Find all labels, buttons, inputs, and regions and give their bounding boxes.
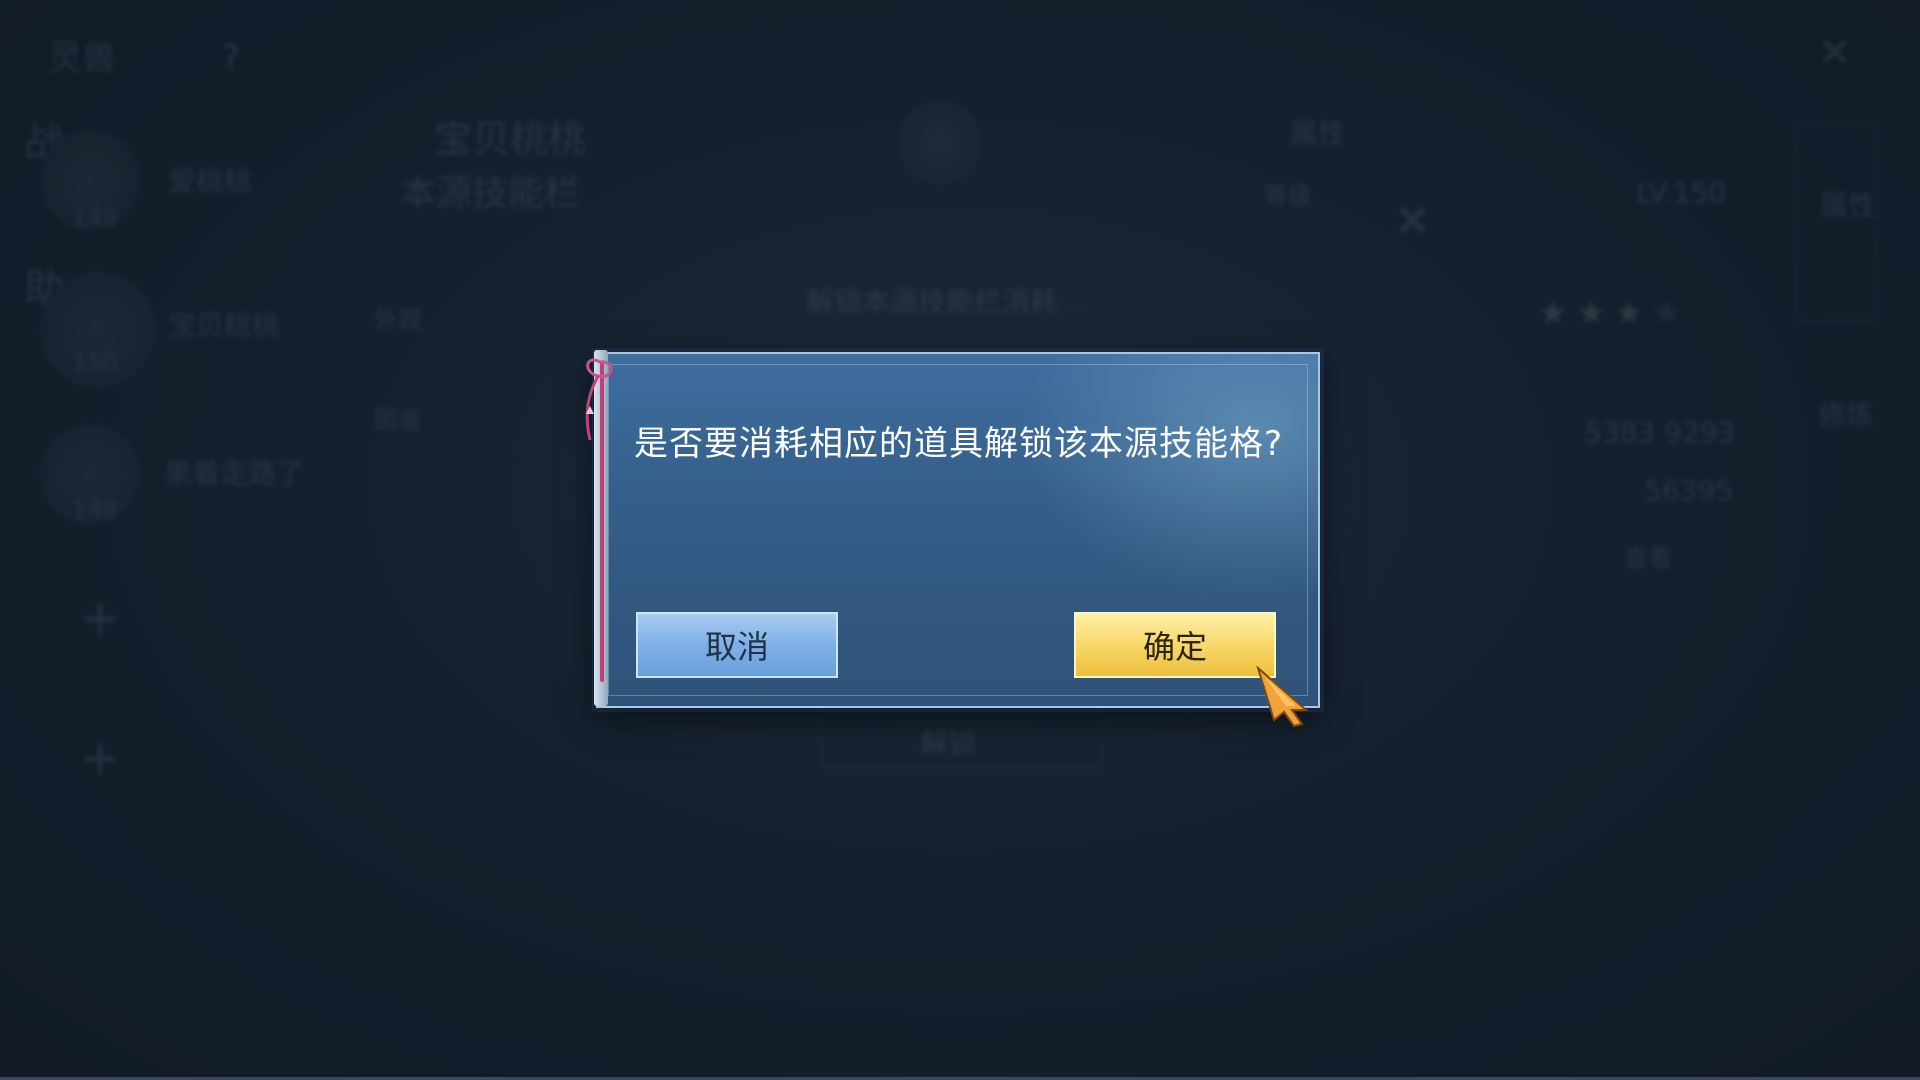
dialog-message: 是否要消耗相应的道具解锁该本源技能格?	[634, 424, 1284, 464]
confirm-button[interactable]: 确定	[1074, 612, 1276, 678]
ribbon-bow-icon	[585, 358, 613, 441]
cursor-icon	[1256, 666, 1309, 728]
cancel-button[interactable]: 取消	[636, 612, 838, 678]
dialog-glow	[998, 354, 1318, 614]
confirm-dialog: 是否要消耗相应的道具解锁该本源技能格? 取消 确定	[585, 350, 1320, 708]
